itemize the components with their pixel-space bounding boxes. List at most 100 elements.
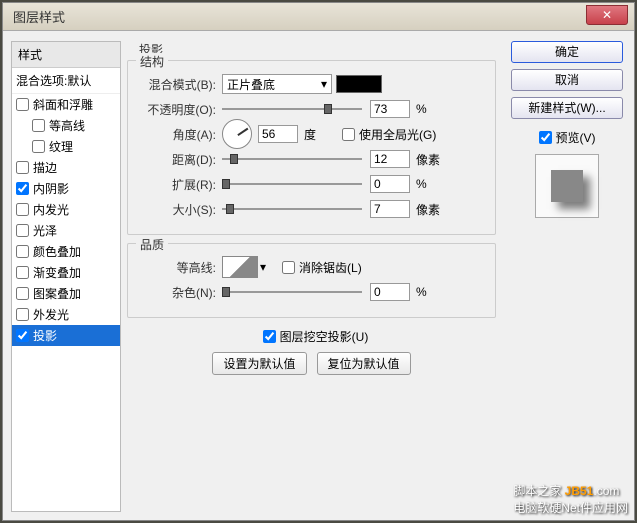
spread-label: 扩展(R):: [138, 176, 216, 193]
distance-slider[interactable]: [222, 150, 362, 168]
size-input[interactable]: [370, 200, 410, 218]
sidebar-checkbox[interactable]: [16, 203, 29, 216]
shadow-color-swatch[interactable]: [336, 75, 382, 93]
sidebar-item-label: 斜面和浮雕: [33, 96, 93, 113]
sidebar-item-2[interactable]: 纹理: [12, 136, 120, 157]
sidebar-item-label: 图案叠加: [33, 285, 81, 302]
chevron-down-icon: ▾: [321, 77, 327, 91]
titlebar[interactable]: 图层样式 ✕: [3, 3, 634, 31]
sidebar-item-6[interactable]: 光泽: [12, 220, 120, 241]
chevron-down-icon[interactable]: ▾: [260, 260, 266, 274]
sidebar-checkbox[interactable]: [32, 119, 45, 132]
reset-default-button[interactable]: 复位为默认值: [317, 352, 411, 375]
antialias-label: 消除锯齿(L): [299, 259, 362, 276]
quality-group: 品质 等高线: ▾ 消除锯齿(L) 杂色(N): %: [127, 243, 496, 318]
spread-input[interactable]: [370, 175, 410, 193]
spread-slider[interactable]: [222, 175, 362, 193]
panel-title: 投影: [139, 41, 496, 58]
noise-unit: %: [416, 285, 446, 299]
contour-picker[interactable]: [222, 256, 258, 278]
angle-dial[interactable]: [222, 119, 252, 149]
opacity-slider[interactable]: [222, 100, 362, 118]
size-slider[interactable]: [222, 200, 362, 218]
sidebar-checkbox[interactable]: [16, 287, 29, 300]
size-unit: 像素: [416, 201, 446, 218]
cancel-button[interactable]: 取消: [511, 69, 623, 91]
sidebar-item-0[interactable]: 斜面和浮雕: [12, 94, 120, 115]
distance-label: 距离(D):: [138, 151, 216, 168]
sidebar-checkbox[interactable]: [16, 182, 29, 195]
spread-unit: %: [416, 177, 446, 191]
preview-box: [535, 154, 599, 218]
opacity-input[interactable]: [370, 100, 410, 118]
sidebar-checkbox[interactable]: [16, 224, 29, 237]
watermark: 脚本之家 JB51.com 电脑软硬Net件应用网: [513, 482, 628, 516]
structure-legend: 结构: [136, 53, 168, 70]
angle-input[interactable]: [258, 125, 298, 143]
sidebar-checkbox[interactable]: [16, 98, 29, 111]
sidebar-item-label: 内发光: [33, 201, 69, 218]
knockout-label: 图层挖空投影(U): [280, 328, 369, 345]
preview-swatch: [551, 170, 583, 202]
sidebar-item-9[interactable]: 图案叠加: [12, 283, 120, 304]
sidebar-item-3[interactable]: 描边: [12, 157, 120, 178]
blend-mode-label: 混合模式(B):: [138, 76, 216, 93]
antialias-checkbox[interactable]: 消除锯齿(L): [282, 259, 362, 276]
sidebar-item-label: 投影: [33, 327, 57, 344]
sidebar-item-label: 光泽: [33, 222, 57, 239]
noise-label: 杂色(N):: [138, 284, 216, 301]
blend-mode-value: 正片叠底: [227, 76, 275, 93]
angle-unit: 度: [304, 126, 334, 143]
right-column: 确定 取消 新建样式(W)... 预览(V): [502, 41, 626, 512]
contour-label: 等高线:: [138, 259, 216, 276]
sidebar-header: 样式: [12, 42, 120, 68]
angle-label: 角度(A):: [138, 126, 216, 143]
sidebar-item-4[interactable]: 内阴影: [12, 178, 120, 199]
opacity-label: 不透明度(O):: [138, 101, 216, 118]
size-label: 大小(S):: [138, 201, 216, 218]
distance-unit: 像素: [416, 151, 446, 168]
sidebar-checkbox[interactable]: [16, 161, 29, 174]
set-default-button[interactable]: 设置为默认值: [212, 352, 306, 375]
sidebar-item-10[interactable]: 外发光: [12, 304, 120, 325]
preview-checkbox[interactable]: 预览(V): [539, 129, 596, 146]
blend-mode-select[interactable]: 正片叠底 ▾: [222, 74, 332, 94]
close-icon: ✕: [602, 8, 612, 22]
close-button[interactable]: ✕: [586, 5, 628, 25]
sidebar-item-label: 外发光: [33, 306, 69, 323]
sidebar-item-11[interactable]: 投影: [12, 325, 120, 346]
quality-legend: 品质: [136, 236, 168, 253]
noise-slider[interactable]: [222, 283, 362, 301]
sidebar-item-label: 颜色叠加: [33, 243, 81, 260]
sidebar-item-8[interactable]: 渐变叠加: [12, 262, 120, 283]
preview-label: 预览(V): [556, 129, 596, 146]
sidebar-checkbox[interactable]: [16, 245, 29, 258]
sidebar-checkbox[interactable]: [16, 329, 29, 342]
sidebar-checkbox[interactable]: [16, 266, 29, 279]
sidebar-item-label: 等高线: [49, 117, 85, 134]
styles-sidebar: 样式 混合选项:默认 斜面和浮雕等高线纹理描边内阴影内发光光泽颜色叠加渐变叠加图…: [11, 41, 121, 512]
sidebar-item-label: 描边: [33, 159, 57, 176]
sidebar-item-1[interactable]: 等高线: [12, 115, 120, 136]
distance-input[interactable]: [370, 150, 410, 168]
ok-button[interactable]: 确定: [511, 41, 623, 63]
sidebar-checkbox[interactable]: [16, 308, 29, 321]
main-panel: 投影 结构 混合模式(B): 正片叠底 ▾ 不透明度(O): %: [121, 41, 502, 512]
knockout-checkbox[interactable]: 图层挖空投影(U): [263, 328, 369, 345]
sidebar-item-label: 渐变叠加: [33, 264, 81, 281]
sidebar-item-label: 纹理: [49, 138, 73, 155]
global-light-checkbox[interactable]: 使用全局光(G): [342, 126, 436, 143]
opacity-unit: %: [416, 102, 446, 116]
new-style-button[interactable]: 新建样式(W)...: [511, 97, 623, 119]
noise-input[interactable]: [370, 283, 410, 301]
sidebar-checkbox[interactable]: [32, 140, 45, 153]
sidebar-blend-default[interactable]: 混合选项:默认: [12, 68, 120, 94]
sidebar-item-7[interactable]: 颜色叠加: [12, 241, 120, 262]
sidebar-item-5[interactable]: 内发光: [12, 199, 120, 220]
window-title: 图层样式: [13, 7, 65, 26]
layer-style-dialog: 图层样式 ✕ 样式 混合选项:默认 斜面和浮雕等高线纹理描边内阴影内发光光泽颜色…: [2, 2, 635, 521]
dialog-body: 样式 混合选项:默认 斜面和浮雕等高线纹理描边内阴影内发光光泽颜色叠加渐变叠加图…: [3, 31, 634, 520]
global-light-label: 使用全局光(G): [359, 126, 436, 143]
sidebar-item-label: 内阴影: [33, 180, 69, 197]
structure-group: 结构 混合模式(B): 正片叠底 ▾ 不透明度(O): % 角度(: [127, 60, 496, 235]
